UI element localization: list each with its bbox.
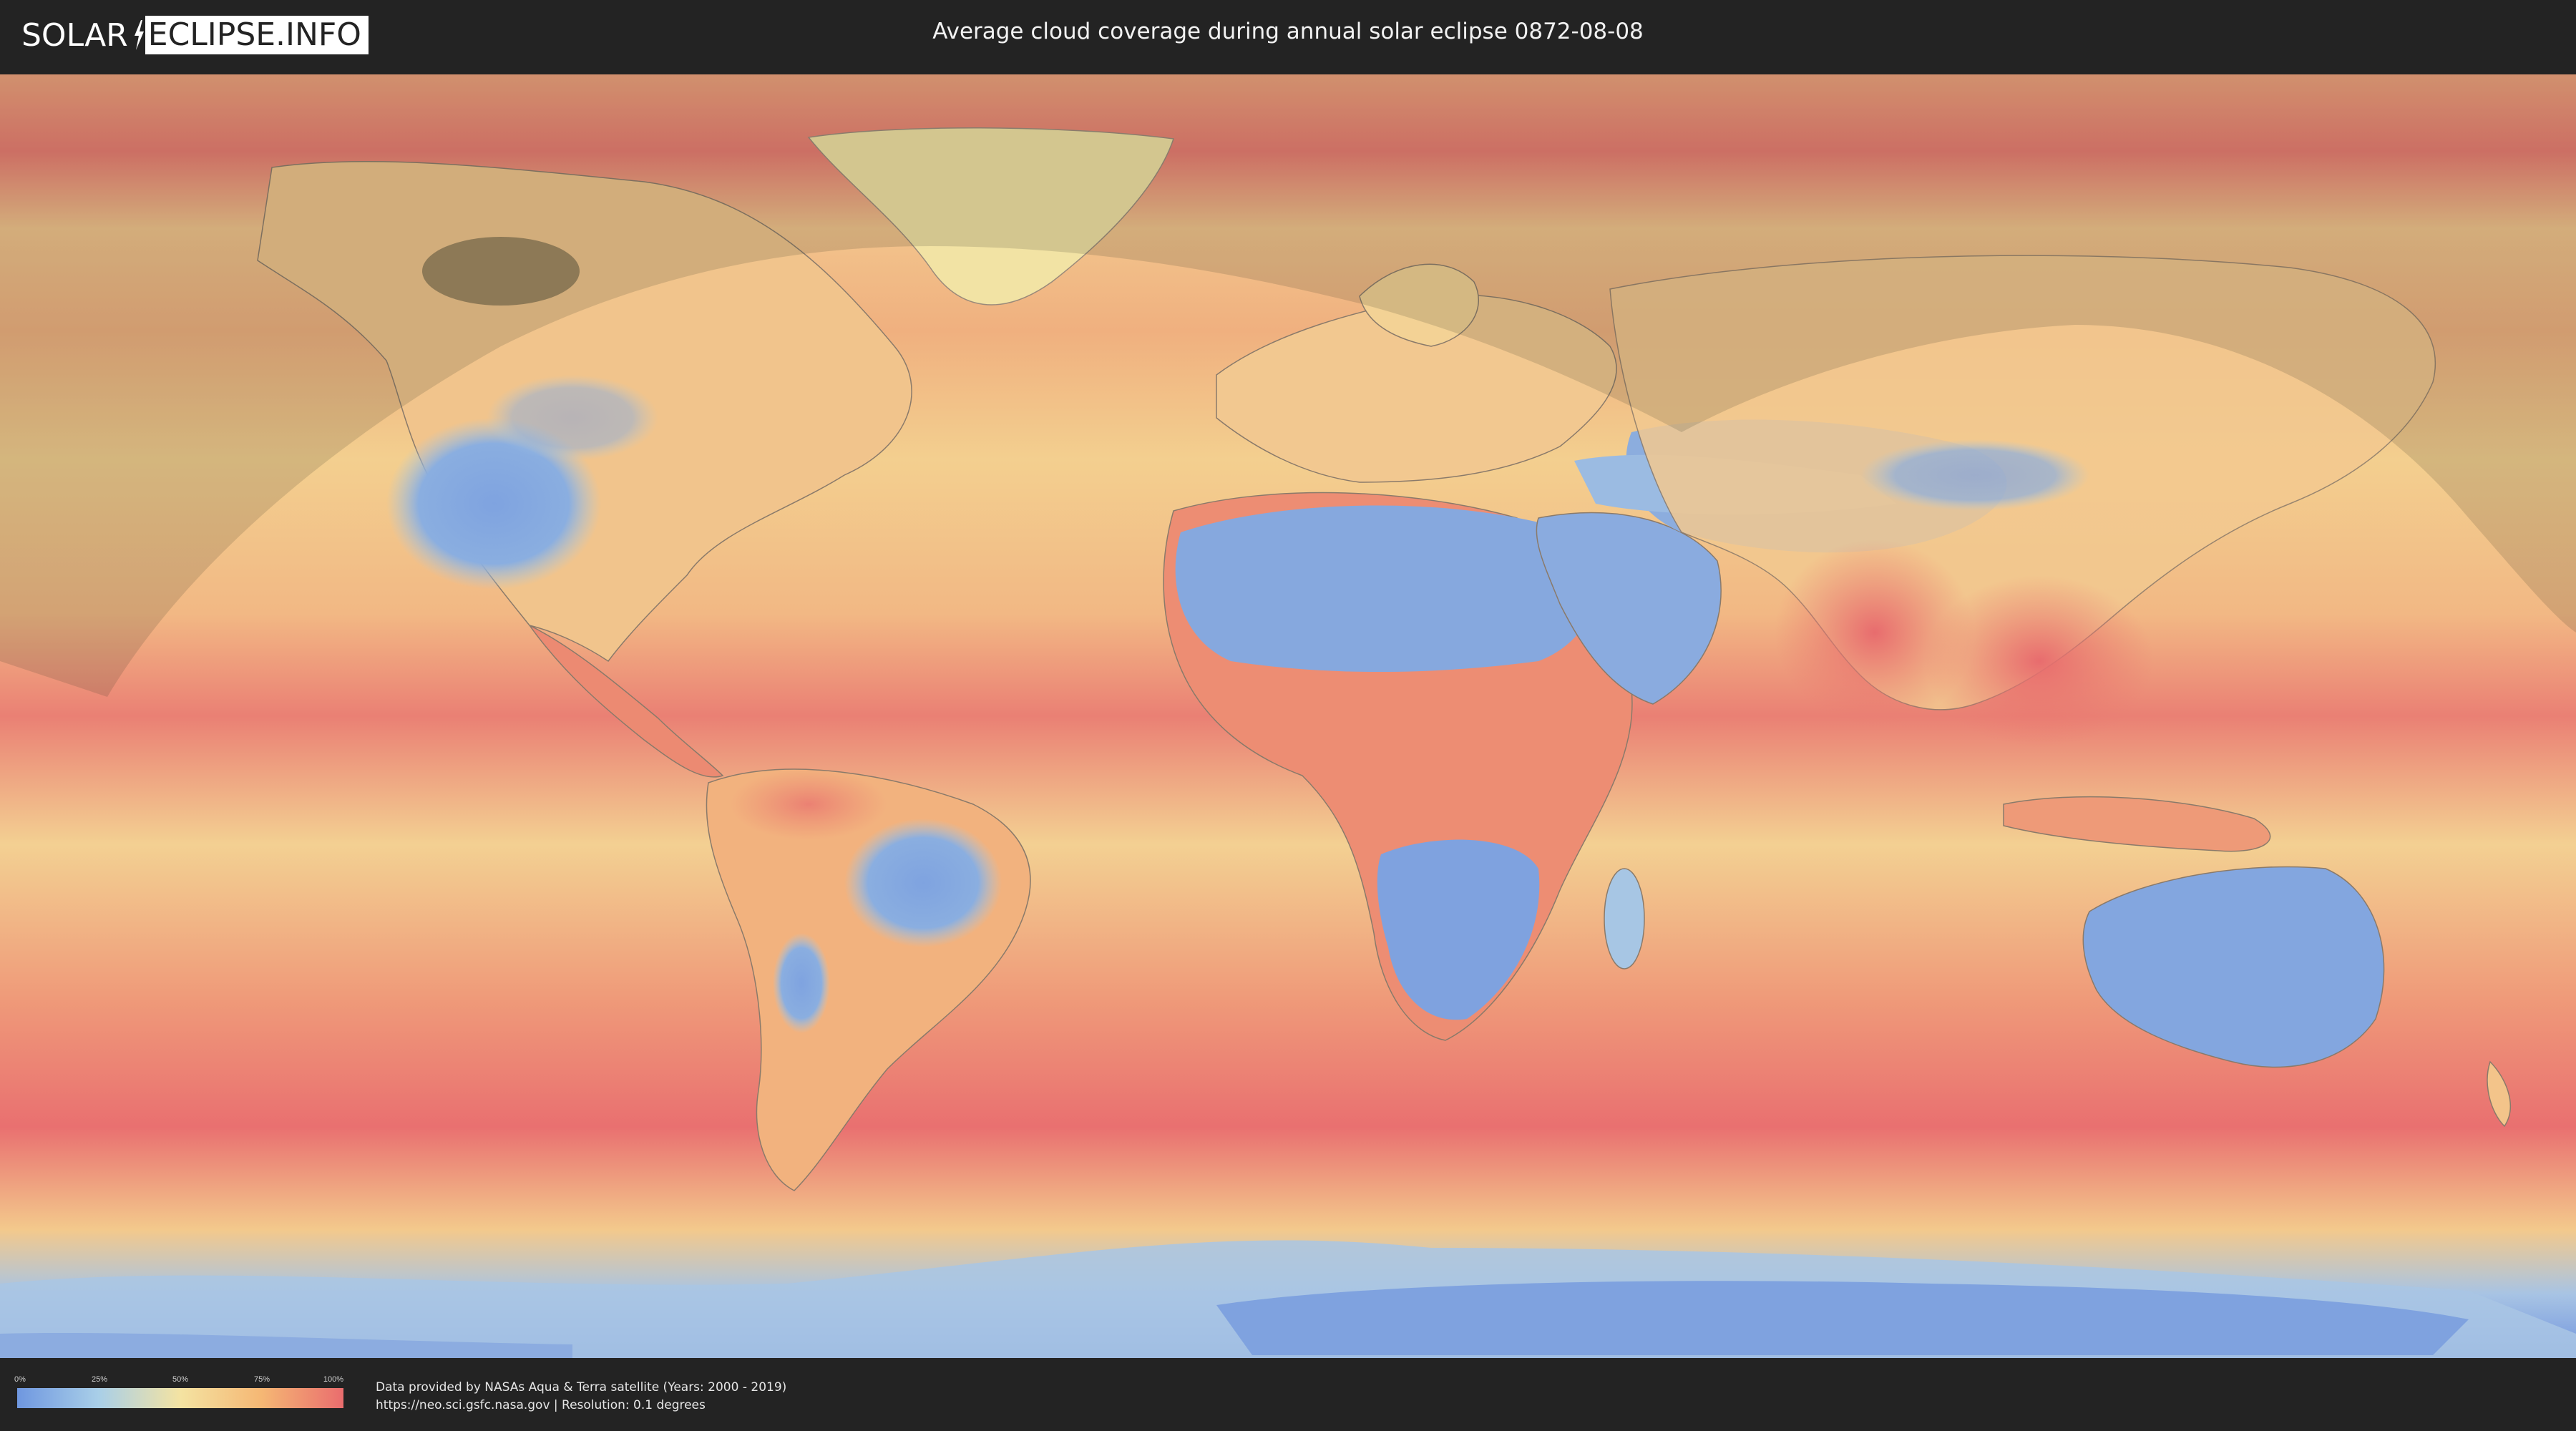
data-credits: Data provided by NASAs Aqua & Terra sate… — [376, 1379, 786, 1415]
map-canvas — [0, 74, 2576, 1358]
sahara-clear — [1175, 505, 1597, 672]
amazon-cloudy — [730, 768, 887, 840]
brazil-clear — [844, 819, 1002, 947]
legend-tick-25: 25% — [91, 1375, 108, 1384]
eclipse-central-path — [422, 237, 580, 306]
gobi-clear — [1860, 439, 2089, 511]
cloud-legend: 0% 25% 50% 75% 100% — [14, 1375, 344, 1411]
legend-tick-0: 0% — [14, 1375, 26, 1384]
madagascar — [1604, 868, 1645, 970]
header-bar: SOLAR ECLIPSE.INFO Average cloud coverag… — [0, 0, 2576, 72]
southeast-asia-cloudy — [1925, 575, 2154, 747]
bolivia-clear — [773, 933, 830, 1033]
legend-tick-75: 75% — [253, 1375, 270, 1384]
legend-tick-100: 100% — [323, 1375, 344, 1384]
legend-gradient-bar — [17, 1388, 343, 1408]
cloud-coverage-map[interactable] — [0, 74, 2576, 1358]
west-canada-clear — [487, 375, 658, 461]
page-title: Average cloud coverage during annual sol… — [932, 19, 1644, 44]
credit-line-url: https://neo.sci.gsfc.nasa.gov | Resoluti… — [376, 1398, 706, 1412]
credit-line-source: Data provided by NASAs Aqua & Terra sate… — [376, 1380, 787, 1395]
legend-tick-50: 50% — [172, 1375, 189, 1384]
legend-ticks: 0% 25% 50% 75% 100% — [14, 1375, 344, 1385]
